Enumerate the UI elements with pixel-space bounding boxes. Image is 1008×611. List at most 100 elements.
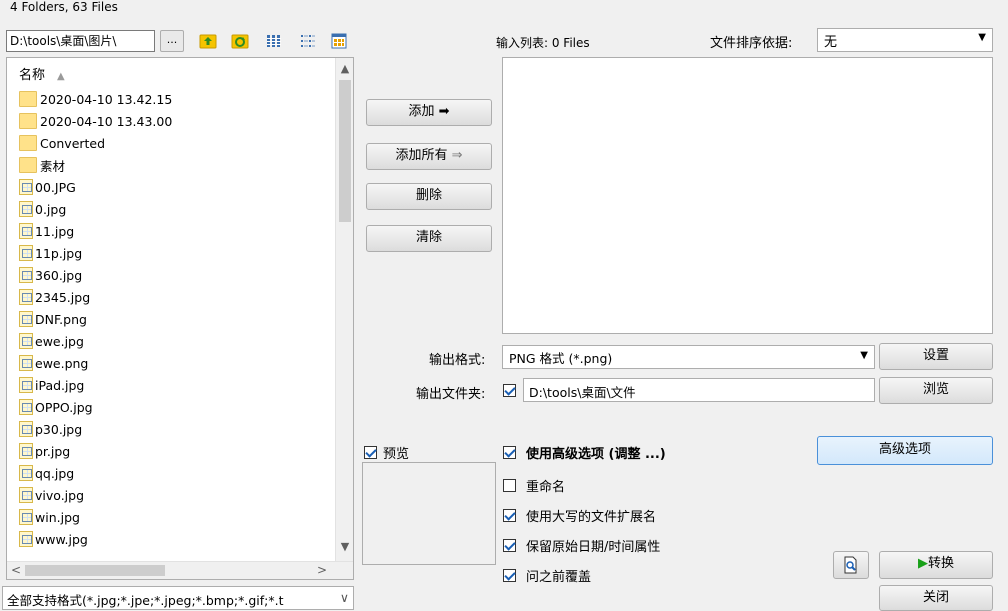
detail-view-icon[interactable] bbox=[264, 31, 284, 51]
item-name: 0.jpg bbox=[35, 201, 67, 217]
delete-button[interactable]: 删除 bbox=[366, 183, 492, 210]
file-item[interactable]: 11p.jpg bbox=[19, 242, 172, 264]
rename-checkbox[interactable]: 重命名 bbox=[503, 476, 565, 495]
file-item[interactable]: p30.jpg bbox=[19, 418, 172, 440]
item-name: 360.jpg bbox=[35, 267, 83, 283]
output-folder-checkbox[interactable] bbox=[503, 383, 516, 397]
folder-icon bbox=[19, 157, 37, 173]
column-header-name[interactable]: 名称 ▲ bbox=[19, 64, 65, 83]
list-view-icon[interactable] bbox=[298, 31, 318, 51]
scroll-thumb[interactable] bbox=[339, 80, 351, 222]
preview-box bbox=[362, 462, 496, 565]
item-name: 11p.jpg bbox=[35, 245, 83, 261]
file-type-filter-select[interactable]: 全部支持格式(*.jpg;*.jpe;*.jpeg;*.bmp;*.gif;*.… bbox=[2, 586, 354, 610]
image-file-icon bbox=[19, 201, 33, 217]
folder-item[interactable]: Converted bbox=[19, 132, 172, 154]
ask-overwrite-checkbox[interactable]: 问之前覆盖 bbox=[503, 566, 591, 585]
refresh-icon[interactable] bbox=[230, 31, 250, 51]
hscroll-thumb[interactable] bbox=[25, 565, 165, 576]
thumbnail-view-icon[interactable] bbox=[329, 31, 349, 51]
browse-button[interactable]: 浏览 bbox=[879, 377, 993, 404]
scroll-left-icon[interactable]: < bbox=[11, 563, 21, 577]
sort-by-label: 文件排序依据: bbox=[710, 36, 793, 51]
scroll-down-icon[interactable]: ▼ bbox=[336, 540, 353, 553]
item-name: OPPO.jpg bbox=[35, 399, 93, 415]
folder-item[interactable]: 2020-04-10 13.43.00 bbox=[19, 110, 172, 132]
image-file-icon bbox=[19, 267, 33, 283]
item-name: 2345.jpg bbox=[35, 289, 91, 305]
folder-icon bbox=[19, 113, 37, 129]
image-file-icon bbox=[19, 289, 33, 305]
sort-by-select[interactable]: 无 ▼ bbox=[817, 28, 993, 52]
file-item[interactable]: iPad.jpg bbox=[19, 374, 172, 396]
item-name: vivo.jpg bbox=[35, 487, 85, 503]
advanced-options-button[interactable]: 高级选项 bbox=[817, 436, 993, 465]
file-item[interactable]: 2345.jpg bbox=[19, 286, 172, 308]
arrow-right-icon: ⇒ bbox=[451, 148, 463, 163]
item-name: p30.jpg bbox=[35, 421, 83, 437]
arrow-right-icon: ➡ bbox=[438, 104, 450, 119]
file-item[interactable]: 11.jpg bbox=[19, 220, 172, 242]
convert-button[interactable]: ▶转换 bbox=[879, 551, 993, 579]
item-name: 2020-04-10 13.42.15 bbox=[40, 91, 173, 107]
file-browser-list[interactable]: 名称 ▲ 2020-04-10 13.42.15 2020-04-10 13.43.… bbox=[6, 57, 354, 580]
file-item[interactable]: pr.jpg bbox=[19, 440, 172, 462]
uppercase-extension-checkbox[interactable]: 使用大写的文件扩展名 bbox=[503, 506, 656, 525]
advanced-options-checkbox[interactable]: 使用高级选项 (调整 ...) bbox=[503, 443, 666, 462]
file-item[interactable]: ewe.jpg bbox=[19, 330, 172, 352]
item-name: iPad.jpg bbox=[35, 377, 85, 393]
browse-path-button[interactable]: ... bbox=[160, 30, 184, 52]
scroll-up-icon[interactable]: ▲ bbox=[336, 62, 353, 75]
image-file-icon bbox=[19, 465, 33, 481]
item-name: 11.jpg bbox=[35, 223, 75, 239]
image-file-icon bbox=[19, 399, 33, 415]
horizontal-scrollbar[interactable]: < > bbox=[7, 561, 353, 579]
keep-date-checkbox[interactable]: 保留原始日期/时间属性 bbox=[503, 536, 660, 555]
item-name: qq.jpg bbox=[35, 465, 75, 481]
folder-icon bbox=[19, 135, 37, 151]
file-item[interactable]: DNF.png bbox=[19, 308, 172, 330]
item-name: Converted bbox=[40, 135, 106, 151]
file-item[interactable]: ewe.png bbox=[19, 352, 172, 374]
chevron-down-icon: ▼ bbox=[860, 350, 868, 361]
preview-checkbox[interactable]: 预览 bbox=[364, 443, 409, 462]
close-button[interactable]: 关闭 bbox=[879, 585, 993, 611]
magnifier-page-icon bbox=[844, 556, 857, 574]
file-item[interactable]: win.jpg bbox=[19, 506, 172, 528]
file-item[interactable]: vivo.jpg bbox=[19, 484, 172, 506]
file-rows: 2020-04-10 13.42.15 2020-04-10 13.43.00 Co… bbox=[19, 88, 172, 550]
play-icon: ▶ bbox=[917, 556, 928, 571]
item-name: pr.jpg bbox=[35, 443, 71, 459]
add-button[interactable]: 添加 ➡ bbox=[366, 99, 492, 126]
preview-image-button[interactable] bbox=[833, 551, 869, 579]
item-name: 00.JPG bbox=[35, 179, 76, 195]
output-format-select[interactable]: PNG 格式 (*.png) ▼ bbox=[502, 345, 875, 369]
image-file-icon bbox=[19, 355, 33, 371]
chevron-down-icon: ▼ bbox=[978, 32, 986, 43]
file-item[interactable]: 00.JPG bbox=[19, 176, 172, 198]
image-file-icon bbox=[19, 245, 33, 261]
item-name: ewe.jpg bbox=[35, 333, 84, 349]
file-item[interactable]: OPPO.jpg bbox=[19, 396, 172, 418]
file-item[interactable]: 360.jpg bbox=[19, 264, 172, 286]
image-file-icon bbox=[19, 509, 33, 525]
file-item[interactable]: www.jpg bbox=[19, 528, 172, 550]
add-all-button[interactable]: 添加所有 ⇒ bbox=[366, 143, 492, 170]
up-folder-icon[interactable] bbox=[198, 31, 218, 51]
clear-button[interactable]: 清除 bbox=[366, 225, 492, 252]
image-file-icon bbox=[19, 179, 33, 195]
sort-ascending-icon: ▲ bbox=[57, 71, 65, 82]
file-item[interactable]: qq.jpg bbox=[19, 462, 172, 484]
output-folder-input[interactable]: D:\tools\桌面\文件 bbox=[523, 378, 875, 402]
path-input[interactable]: D:\tools\桌面\图片\ bbox=[6, 30, 155, 52]
scroll-right-icon[interactable]: > bbox=[317, 563, 327, 577]
output-format-label: 输出格式: bbox=[429, 353, 486, 368]
file-item[interactable]: 0.jpg bbox=[19, 198, 172, 220]
settings-button[interactable]: 设置 bbox=[879, 343, 993, 370]
item-name: 2020-04-10 13.43.00 bbox=[40, 113, 173, 129]
vertical-scrollbar[interactable]: ▲ ▼ bbox=[335, 58, 353, 563]
folder-item[interactable]: 素材 bbox=[19, 154, 172, 176]
item-name: www.jpg bbox=[35, 531, 88, 547]
input-list-box[interactable] bbox=[502, 57, 993, 334]
folder-item[interactable]: 2020-04-10 13.42.15 bbox=[19, 88, 172, 110]
